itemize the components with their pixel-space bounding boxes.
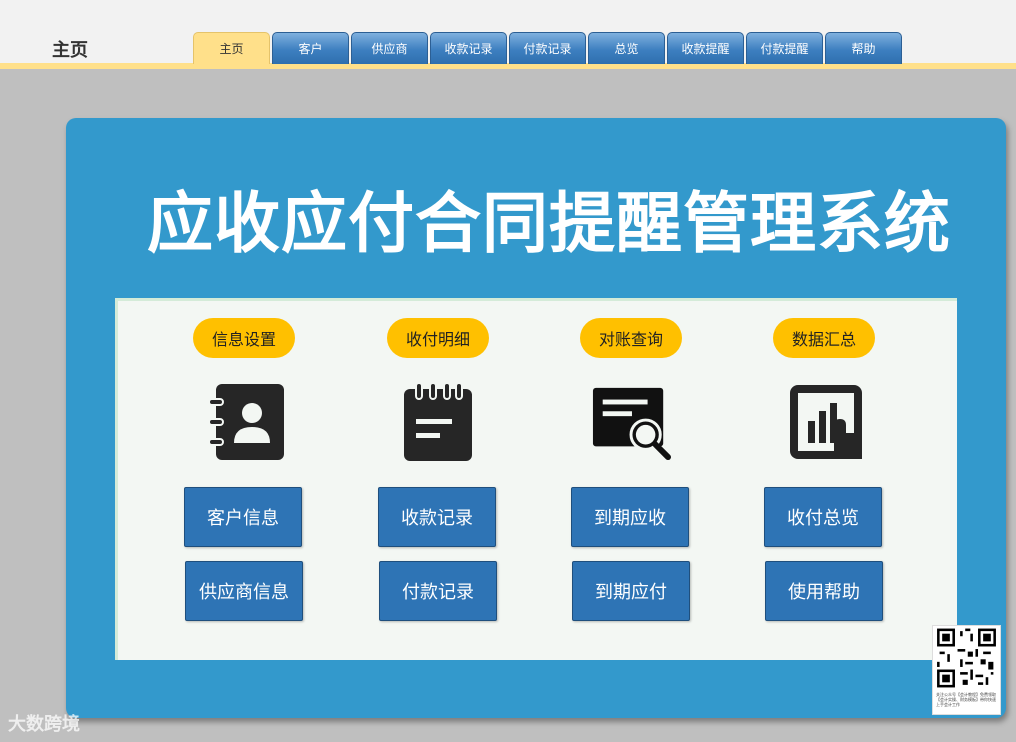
tab-payment-reminder[interactable]: 付款提醒 <box>746 32 823 64</box>
contacts-book-icon <box>208 384 284 460</box>
receipt-records-button[interactable]: 收款记录 <box>378 487 496 547</box>
section-label: 信息设置 <box>193 318 295 358</box>
overview-button[interactable]: 收付总览 <box>764 487 882 547</box>
tab-suppliers[interactable]: 供应商 <box>351 32 428 64</box>
page-title: 应收应付合同提醒管理系统 <box>147 185 951 262</box>
section-label: 对账查询 <box>580 318 682 358</box>
tab-bar: 主页 客户 供应商 收款记录 付款记录 总览 收款提醒 付款提醒 帮助 <box>193 32 902 64</box>
section-label: 收付明细 <box>387 318 489 358</box>
qr-code: 关注公众号【会计教程】免费领取【会计实操、财务模板】带你快速上手会计工作 <box>932 625 1001 715</box>
help-button[interactable]: 使用帮助 <box>765 561 883 621</box>
section-label: 数据汇总 <box>773 318 875 358</box>
due-payable-button[interactable]: 到期应付 <box>572 561 690 621</box>
document-search-icon <box>592 387 671 461</box>
notepad-icon <box>404 382 472 461</box>
due-receivable-button[interactable]: 到期应收 <box>571 487 689 547</box>
tab-help[interactable]: 帮助 <box>825 32 902 64</box>
menu-area: 信息设置 客户信息 供应商信息 收付明细 收款记录 付款记录 对账查询 到期应收… <box>115 298 957 660</box>
payment-records-button[interactable]: 付款记录 <box>379 561 497 621</box>
page-label: 主页 <box>52 40 88 61</box>
watermark: 大数跨境 <box>8 714 80 735</box>
supplier-info-button[interactable]: 供应商信息 <box>185 561 303 621</box>
tab-customers[interactable]: 客户 <box>272 32 349 64</box>
qr-caption: 关注公众号【会计教程】免费领取【会计实操、财务模板】带你快速上手会计工作 <box>936 692 996 707</box>
main-panel: 应收应付合同提醒管理系统 信息设置 客户信息 供应商信息 收付明细 收款记录 付… <box>66 118 1006 718</box>
tab-receipt-records[interactable]: 收款记录 <box>430 32 507 64</box>
customer-info-button[interactable]: 客户信息 <box>184 487 302 547</box>
tab-overview[interactable]: 总览 <box>588 32 665 64</box>
tab-payment-records[interactable]: 付款记录 <box>509 32 586 64</box>
tab-receipt-reminder[interactable]: 收款提醒 <box>667 32 744 64</box>
tab-home[interactable]: 主页 <box>193 32 270 64</box>
qr-code-icon <box>934 626 999 690</box>
tablet-chart-icon <box>790 385 862 459</box>
